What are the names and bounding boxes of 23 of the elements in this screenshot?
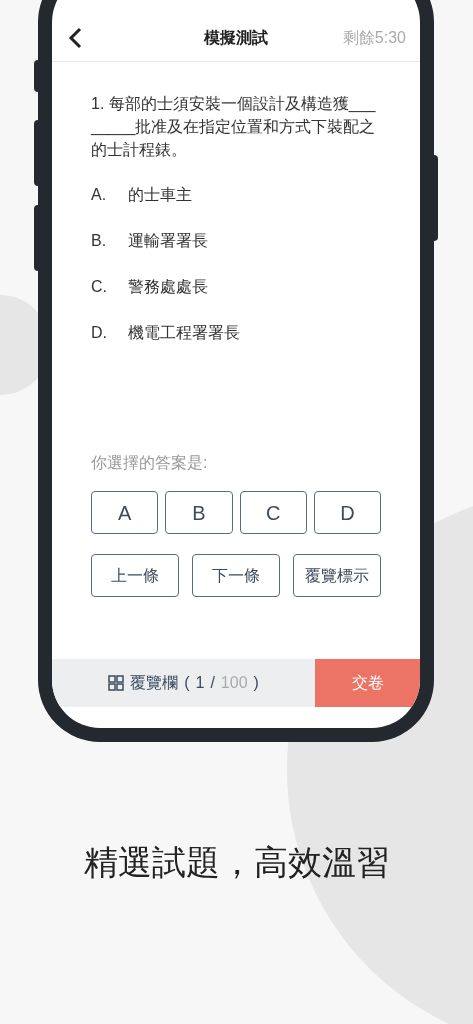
nav-button[interactable]: 覆覽標示 <box>293 554 381 597</box>
option-text: 警務處處長 <box>128 277 208 297</box>
grid-icon <box>108 675 125 691</box>
overview-button[interactable]: 覆覽欄 ( 1 / 100 ) <box>52 659 315 707</box>
answer-button[interactable]: A <box>91 491 159 534</box>
option-letter: C. <box>91 277 108 297</box>
option-text: 運輸署署長 <box>128 231 208 251</box>
screen-title: 模擬測試 <box>204 27 268 48</box>
option-letter: B. <box>91 231 108 251</box>
tagline: 精選試題，高效溫習 <box>82 842 391 883</box>
option-letter: D. <box>91 323 108 343</box>
answer-prompt: 你選擇的答案是: <box>91 453 209 473</box>
option-letter: A. <box>91 185 108 205</box>
option-text: 機電工程署署長 <box>128 323 240 343</box>
answer-button[interactable]: C <box>239 491 307 534</box>
answer-button[interactable]: B <box>165 491 233 534</box>
answer-button[interactable]: D <box>313 491 381 534</box>
nav-button[interactable]: 下一條 <box>192 554 280 597</box>
question-text: 1. 每部的士須安裝一個設計及構造獲________批准及在指定位置和方式下裝配之的士計程錶。 <box>91 94 377 160</box>
option-text: 的士車主 <box>128 185 192 205</box>
back-icon[interactable] <box>68 26 82 49</box>
timer: 剩餘5:30 <box>342 27 406 48</box>
nav-button[interactable]: 上一條 <box>91 554 179 597</box>
